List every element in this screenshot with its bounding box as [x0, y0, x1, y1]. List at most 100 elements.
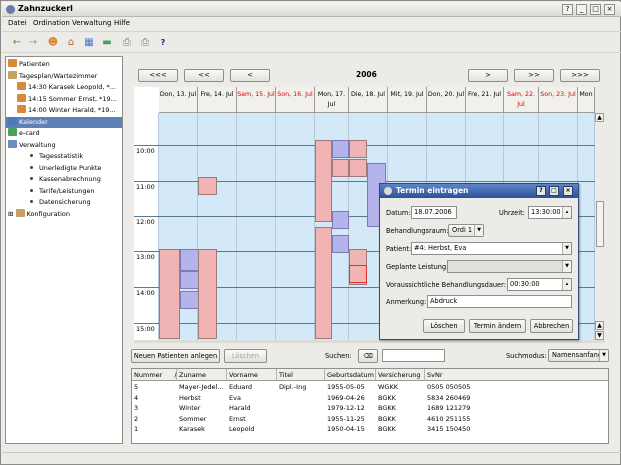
tree-item-2[interactable]: 14:30 Karasek Leopold, *...: [6, 82, 122, 93]
tree-item-10[interactable]: Kassenabrechnung: [6, 174, 122, 185]
appointment-block[interactable]: [198, 249, 217, 339]
tree-item-4[interactable]: 14:00 Winter Harald, *19...: [6, 105, 122, 116]
column-header[interactable]: Versicherung: [376, 369, 425, 381]
menu-hilfe[interactable]: Hilfe: [114, 19, 130, 27]
tree-item-8[interactable]: Tagesstatistik: [6, 151, 122, 162]
cancel-button[interactable]: Abbrechen: [530, 319, 573, 333]
calendar-scrollbar[interactable]: ▲ ▲ ▼: [595, 113, 605, 340]
scroll-up-icon[interactable]: ▲: [595, 113, 604, 122]
appointment-block[interactable]: [332, 235, 349, 253]
day-column[interactable]: [578, 113, 595, 340]
table-row[interactable]: 5 Mayer-Jedel... Eduard Dipl.-Ing 1955-05-05…: [132, 382, 608, 392]
expand-icon[interactable]: ⊞: [8, 210, 16, 218]
day-column[interactable]: [276, 113, 315, 340]
back-arrow-icon[interactable]: ←: [10, 36, 24, 50]
appointment-block[interactable]: [180, 249, 199, 271]
maximize-button[interactable]: □: [590, 4, 601, 15]
note-field[interactable]: Abdruck: [427, 295, 572, 308]
table-row[interactable]: 3 Winter Harald 1979-12-12 BGKK 1689 121279: [132, 403, 608, 413]
day-header[interactable]: Don, 13. Jul: [159, 87, 198, 113]
day-header[interactable]: Son, 23. Jul: [539, 87, 578, 113]
menu-ordination[interactable]: Ordination: [33, 19, 70, 27]
change-appointment-button[interactable]: Termin ändern: [469, 319, 526, 333]
day-header[interactable]: Fre, 21. Jul: [466, 87, 504, 113]
minimize-button[interactable]: _: [576, 4, 587, 15]
nav-back-far-button[interactable]: <<<: [138, 69, 178, 82]
day-header[interactable]: Sam, 22. Jul: [504, 87, 539, 113]
appointment-block[interactable]: [332, 211, 349, 229]
table-row[interactable]: 1 Karasek Leopold 1950-04-15 BGKK 3415 150450: [132, 424, 608, 434]
spin-icon[interactable]: ▴: [562, 279, 571, 290]
tree-item-3[interactable]: 14:15 Sommer Ernst, *19...: [6, 93, 122, 105]
scroll-thumb[interactable]: [596, 201, 604, 247]
nav-forward-week-button[interactable]: >>: [514, 69, 554, 82]
appointment-block[interactable]: [198, 177, 217, 195]
time-field[interactable]: 13:30:00 ▴: [528, 206, 572, 219]
nav-back-day-button[interactable]: <: [230, 69, 270, 82]
scroll-down-icon[interactable]: ▼: [595, 331, 604, 340]
day-header[interactable]: Mon: [578, 87, 595, 113]
day-header[interactable]: Sam, 15. Jul: [237, 87, 276, 113]
column-header[interactable]: Titel: [277, 369, 325, 381]
room-select[interactable]: Ordi 1 ▼: [448, 224, 484, 237]
search-mode-select[interactable]: Namensanfang ▼: [548, 349, 609, 362]
appointment-block[interactable]: [332, 159, 349, 177]
column-header[interactable]: Geburtsdatum: [325, 369, 376, 381]
appointment-block[interactable]: [315, 140, 332, 222]
tree-item-7[interactable]: Verwaltung: [6, 139, 122, 151]
spin-icon[interactable]: ▴: [562, 207, 571, 218]
dialog-close-button[interactable]: ×: [563, 186, 573, 196]
menu-verwaltung[interactable]: Verwaltung: [72, 19, 111, 27]
column-header[interactable]: Vorname: [227, 369, 277, 381]
table-row[interactable]: 4 Herbst Eva 1969-04-26 BGKK 5834 260469: [132, 393, 608, 403]
appointment-block[interactable]: [349, 140, 367, 158]
day-header[interactable]: Son, 16. Jul: [276, 87, 315, 113]
nav-back-week-button[interactable]: <<: [184, 69, 224, 82]
print-icon[interactable]: ⎙: [120, 36, 134, 50]
day-header[interactable]: Mit, 19. Jul: [388, 87, 427, 113]
appointment-block[interactable]: [159, 249, 180, 339]
patient-field[interactable]: #4: Herbst, Eva ▼: [411, 242, 572, 255]
dialog-help-button[interactable]: ?: [536, 186, 546, 196]
dialog-maximize-button[interactable]: □: [549, 186, 559, 196]
ecard-icon[interactable]: ▬: [100, 36, 114, 50]
horizontal-scrollbar[interactable]: [134, 340, 605, 343]
tree-item-0[interactable]: Patienten: [6, 59, 122, 70]
context-help-icon[interactable]: ?: [156, 36, 170, 50]
patients-icon[interactable]: ☻: [46, 36, 60, 50]
date-field[interactable]: 18.07.2006: [411, 206, 457, 219]
nav-forward-far-button[interactable]: >>>: [560, 69, 600, 82]
tree-item-11[interactable]: Tarife/Leistungen: [6, 186, 122, 197]
tree-item-13[interactable]: ⊞ Konfiguration: [6, 208, 122, 220]
tree-item-5[interactable]: Kalender: [6, 116, 122, 128]
scroll-up-icon-2[interactable]: ▲: [595, 321, 604, 330]
column-header[interactable]: SvNr: [425, 369, 608, 381]
day-header[interactable]: Mon, 17. Jul: [315, 87, 349, 113]
day-header[interactable]: Die, 18. Jul: [349, 87, 388, 113]
column-header[interactable]: Nummer /: [132, 369, 177, 381]
appointment-block[interactable]: [180, 271, 199, 289]
close-window-button[interactable]: ×: [604, 4, 615, 15]
menu-datei[interactable]: Datei: [8, 19, 27, 27]
forward-arrow-icon[interactable]: →: [26, 36, 40, 50]
service-select[interactable]: ▼: [447, 260, 572, 273]
search-clear-button[interactable]: ⌫: [358, 349, 378, 363]
tree-item-9[interactable]: Unerledigte Punkte: [6, 163, 122, 174]
selected-appointment[interactable]: [349, 265, 367, 283]
delete-patient-button[interactable]: Löschen: [224, 349, 267, 363]
tree-item-12[interactable]: Datensicherung: [6, 197, 122, 208]
appointment-block[interactable]: [349, 159, 367, 177]
print-preview-icon[interactable]: ⎙: [138, 36, 152, 50]
delete-appointment-button[interactable]: Löschen: [423, 319, 465, 333]
day-column[interactable]: [237, 113, 276, 340]
tree-item-1[interactable]: Tagesplan/Wartezimmer: [6, 70, 122, 82]
appointment-block[interactable]: [315, 227, 332, 339]
tree-item-6[interactable]: e-card: [6, 128, 122, 139]
column-header[interactable]: Zuname: [177, 369, 227, 381]
table-row[interactable]: 2 Sommer Ernst 1955-11-25 BGKK 4610 251155: [132, 414, 608, 424]
appointment-block[interactable]: [332, 140, 349, 158]
search-input[interactable]: [382, 349, 445, 362]
duration-field[interactable]: 00:30:00 ▴: [507, 278, 572, 291]
waiting-room-icon[interactable]: ⌂: [64, 36, 78, 50]
day-header[interactable]: Don, 20. Jul: [427, 87, 466, 113]
